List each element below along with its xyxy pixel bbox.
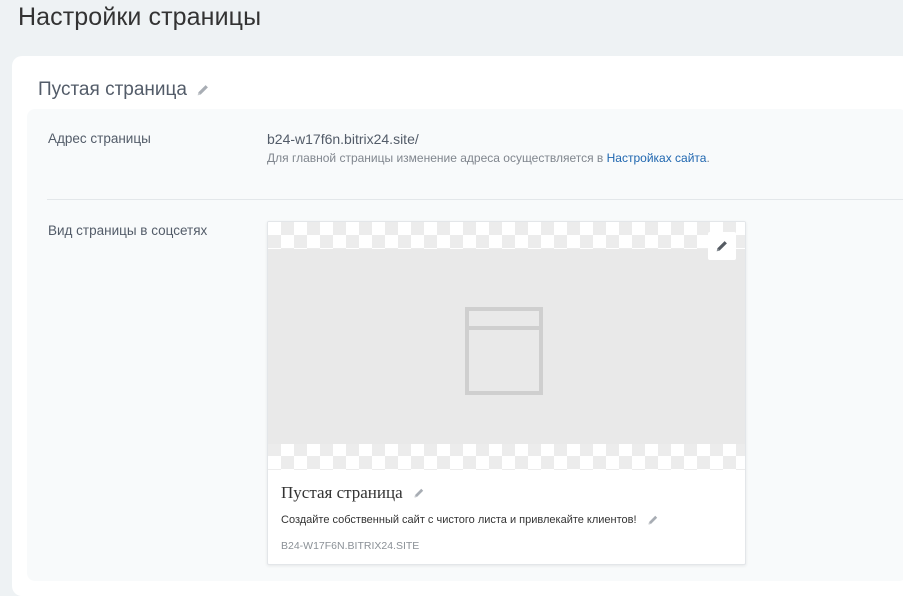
address-value: b24-w17f6n.bitrix24.site/ xyxy=(267,131,419,147)
block-title: Пустая страница xyxy=(38,79,210,101)
edit-image-button[interactable] xyxy=(708,232,736,260)
edit-preview-description-pencil-icon[interactable] xyxy=(647,514,659,526)
address-hint: Для главной страницы изменение адреса ос… xyxy=(267,151,710,165)
social-preview-label: Вид страницы в соцсетях xyxy=(48,223,208,238)
social-preview-card: Пустая страница Создайте собственный сай… xyxy=(267,221,746,565)
edit-preview-title-pencil-icon[interactable] xyxy=(413,487,425,499)
preview-title-text: Пустая страница xyxy=(281,483,403,502)
preview-title: Пустая страница xyxy=(281,483,425,503)
preview-description-text: Создайте собственный сайт с чистого лист… xyxy=(281,514,637,526)
preview-url: B24-W17F6N.BITRIX24.SITE xyxy=(281,540,420,552)
pencil-icon xyxy=(716,241,727,252)
preview-image-area[interactable] xyxy=(268,222,745,470)
page-layout-icon xyxy=(465,307,543,395)
preview-description: Создайте собственный сайт с чистого лист… xyxy=(281,514,659,526)
address-hint-text: Для главной страницы изменение адреса ос… xyxy=(267,151,607,165)
address-hint-suffix: . xyxy=(706,151,710,165)
address-label: Адрес страницы xyxy=(48,131,151,146)
site-settings-link[interactable]: Настройках сайта xyxy=(607,151,707,165)
block-title-text: Пустая страница xyxy=(38,79,187,100)
page-title: Настройки страницы xyxy=(18,3,262,31)
edit-title-pencil-icon[interactable] xyxy=(196,83,210,97)
divider xyxy=(47,199,903,200)
